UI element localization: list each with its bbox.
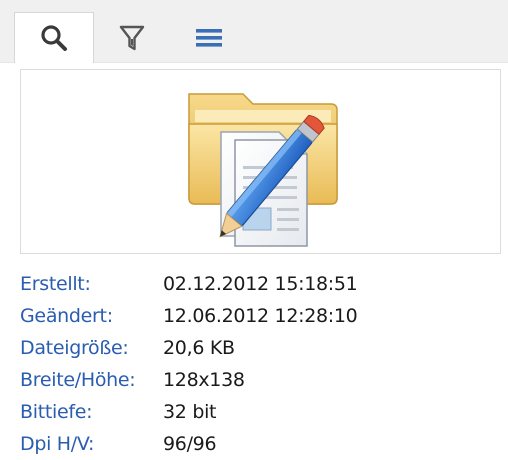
info-value: 128x138 — [163, 369, 245, 391]
folder-edit-icon — [188, 93, 338, 247]
filter-icon — [119, 25, 145, 50]
info-row-filesize: Dateigröße: 20,6 KB — [20, 332, 490, 364]
info-label: Bittiefe: — [20, 401, 93, 423]
list-icon — [196, 28, 222, 47]
info-value: 02.12.2012 15:18:51 — [163, 273, 358, 295]
info-row-bitdepth: Bittiefe: 32 bit — [20, 396, 490, 428]
tab-filter[interactable] — [94, 13, 170, 62]
info-value: 32 bit — [163, 401, 217, 423]
info-row-modified: Geändert: 12.06.2012 12:28:10 — [20, 300, 490, 332]
info-value: 12.06.2012 12:28:10 — [163, 305, 358, 327]
info-row-dpi: Dpi H/V: 96/96 — [20, 428, 490, 460]
tab-search[interactable] — [14, 12, 94, 63]
file-info: Erstellt: 02.12.2012 15:18:51 Geändert: … — [20, 268, 490, 460]
info-value: 20,6 KB — [163, 337, 235, 359]
info-label: Dateigröße: — [20, 337, 129, 359]
info-row-dimensions: Breite/Höhe: 128x138 — [20, 364, 490, 396]
tab-bar — [0, 0, 508, 63]
info-value: 96/96 — [163, 433, 217, 455]
info-label: Breite/Höhe: — [20, 369, 136, 391]
info-label: Erstellt: — [20, 273, 91, 295]
tab-list[interactable] — [170, 13, 248, 62]
info-label: Geändert: — [20, 305, 113, 327]
search-icon — [41, 25, 67, 51]
file-preview — [20, 69, 501, 254]
info-label: Dpi H/V: — [20, 433, 95, 455]
info-row-created: Erstellt: 02.12.2012 15:18:51 — [20, 268, 490, 300]
